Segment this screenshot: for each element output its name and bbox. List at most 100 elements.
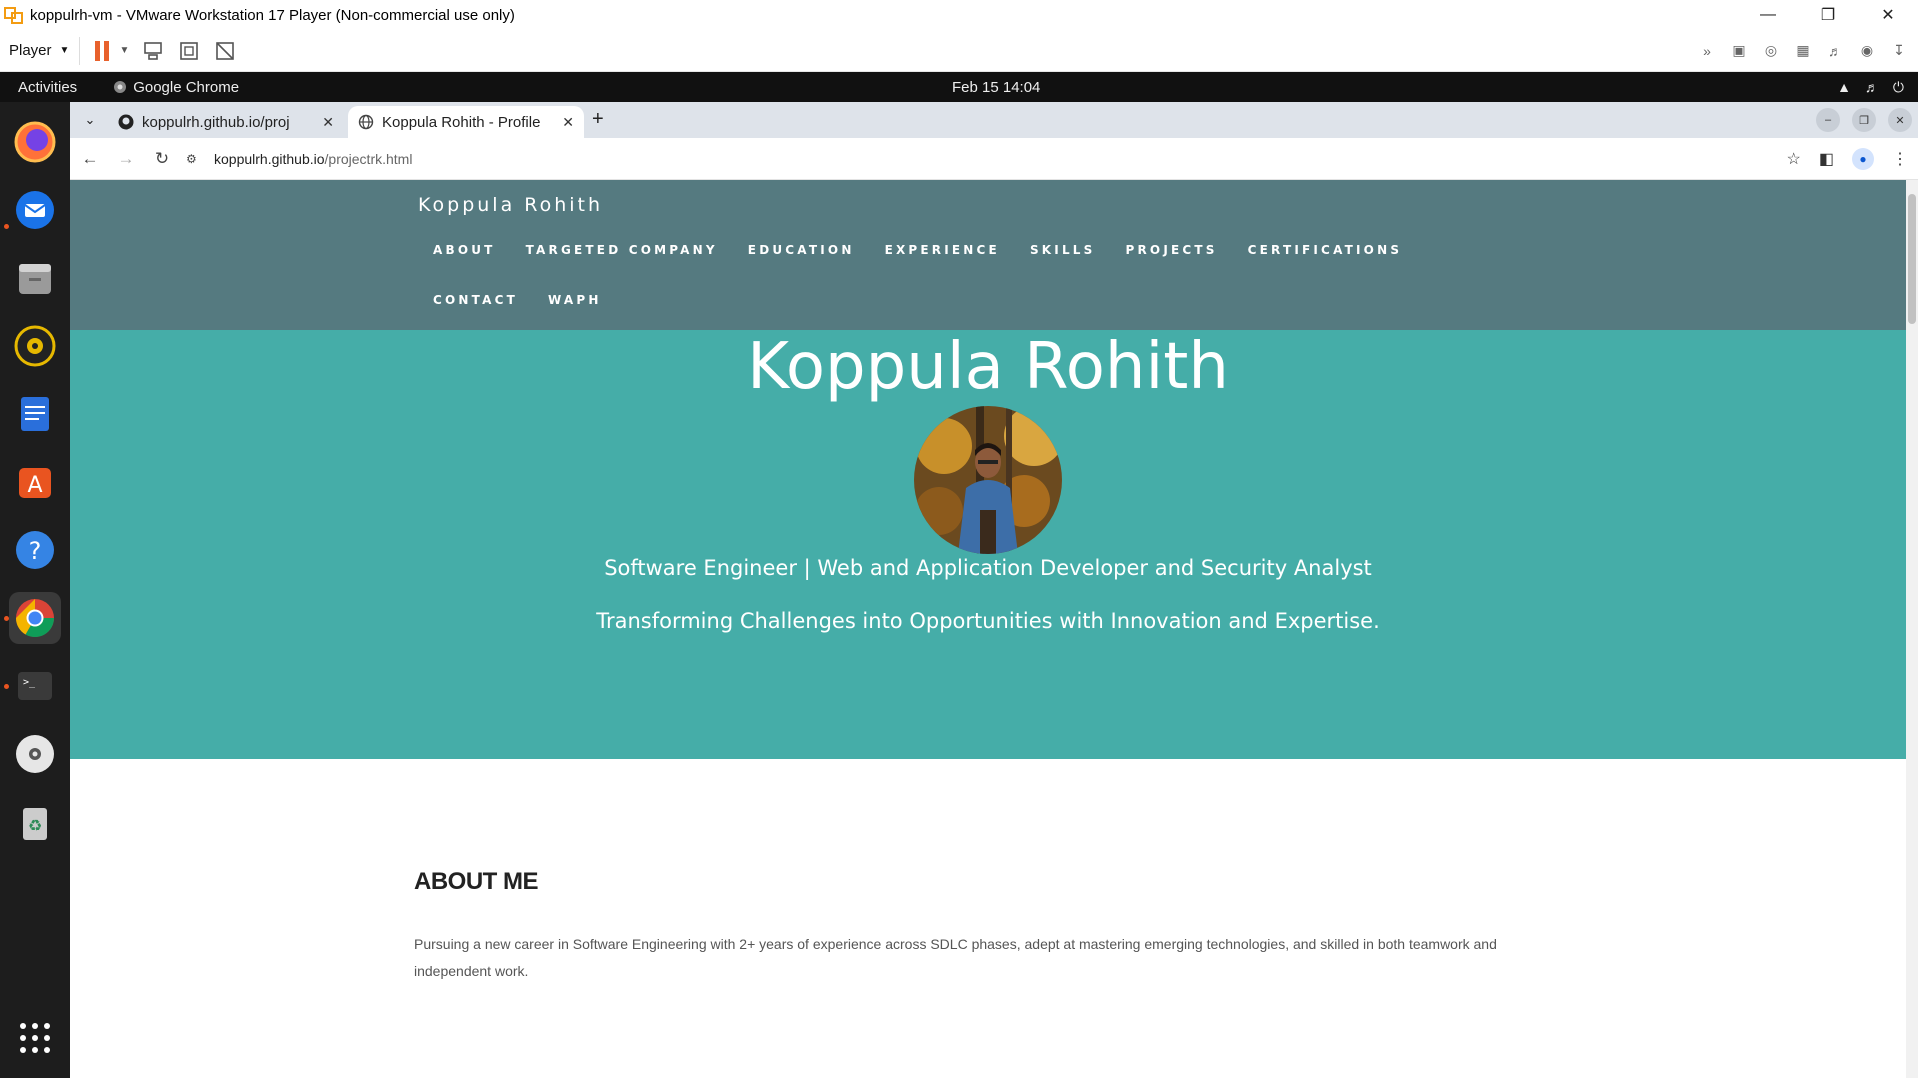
tab-title: Koppula Rohith - Profile	[382, 113, 541, 131]
toolbar: ← → ↻ ⚙ koppulrh.github.io/projectrk.htm…	[70, 138, 1918, 180]
nav-about[interactable]: ABOUT	[418, 240, 511, 290]
svg-text:>_: >_	[23, 677, 36, 688]
download-icon[interactable]: ↧	[1888, 40, 1910, 62]
bookmark-star-icon[interactable]: ☆	[1787, 149, 1801, 169]
volume-icon: ♬	[1864, 78, 1879, 95]
nav-education[interactable]: EDUCATION	[733, 240, 870, 290]
about-text: Pursuing a new career in Software Engine…	[414, 936, 1497, 979]
vmware-toolbar: Player ▼ ▼ » ▣ ◎ ▦ ♬ ◉ ↧	[0, 30, 1918, 72]
chrome-window: ⌄ koppulrh.github.io/proj ✕ Koppula Rohi…	[70, 102, 1918, 1078]
nav-skills[interactable]: SKILLS	[1015, 240, 1111, 290]
more-menu-icon[interactable]: ⋮	[1892, 149, 1908, 169]
player-menu-button[interactable]: Player ▼	[9, 42, 69, 59]
nav-projects[interactable]: PROJECTS	[1111, 240, 1233, 290]
tab-strip: ⌄ koppulrh.github.io/proj ✕ Koppula Rohi…	[70, 102, 1918, 138]
profile-avatar-icon[interactable]: ●	[1852, 147, 1874, 170]
tab-search-chevron-icon[interactable]: ⌄	[78, 108, 102, 132]
site-brand[interactable]: Koppula Rohith	[418, 194, 603, 216]
terminal-icon[interactable]: >_	[9, 660, 61, 712]
rhythmbox-icon[interactable]	[9, 320, 61, 372]
toolbar-divider	[79, 36, 81, 65]
running-indicator	[4, 684, 9, 689]
cd-dvd-icon[interactable]: ◎	[1760, 40, 1782, 62]
restore-icon[interactable]: ❐	[1798, 0, 1858, 30]
chrome-small-icon	[114, 81, 127, 93]
chevrons-right-icon[interactable]: »	[1696, 40, 1718, 62]
pause-icon[interactable]	[90, 38, 116, 64]
fullscreen-icon[interactable]	[176, 38, 202, 64]
vmware-logo-icon	[4, 7, 23, 24]
about-title: ABOUT ME	[414, 868, 539, 895]
app-center-icon[interactable]: A	[9, 456, 61, 508]
forward-arrow-icon[interactable]: →	[108, 149, 144, 169]
optical-disc-icon[interactable]	[9, 728, 61, 780]
scrollbar-thumb[interactable]	[1908, 194, 1916, 324]
svg-text:♻: ♻	[28, 816, 42, 835]
thunderbird-icon[interactable]	[9, 184, 61, 236]
new-tab-plus-icon[interactable]: +	[592, 108, 604, 131]
tab-close-icon[interactable]: ✕	[322, 114, 334, 131]
site-nav-links: ABOUT TARGETED COMPANY EDUCATION EXPERIE…	[418, 240, 1528, 340]
chrome-close-icon[interactable]: ✕	[1888, 108, 1912, 132]
back-arrow-icon[interactable]: ←	[72, 149, 108, 169]
close-icon[interactable]: ✕	[1858, 0, 1918, 30]
svg-text:?: ?	[29, 537, 42, 565]
network-icon: ▲	[1837, 78, 1851, 95]
globe-icon	[358, 114, 374, 130]
pause-dropdown-icon[interactable]: ▼	[118, 38, 130, 64]
svg-text:A: A	[27, 473, 42, 498]
page-viewport: Koppula Rohith ABOUT TARGETED COMPANY ED…	[70, 180, 1906, 1078]
hero-name: Koppula Rohith	[747, 330, 1229, 404]
app-menu[interactable]: Google Chrome	[113, 79, 239, 96]
player-menu-label: Player	[9, 42, 52, 59]
sound-card-icon[interactable]: ♬	[1824, 40, 1846, 62]
clock[interactable]: Feb 15 14:04	[952, 79, 1040, 96]
tab-title: koppulrh.github.io/proj	[142, 113, 290, 131]
running-indicator	[4, 616, 9, 621]
usb-device-icon[interactable]: ◉	[1856, 40, 1878, 62]
running-indicator	[4, 224, 9, 229]
minimize-icon[interactable]: —	[1738, 0, 1798, 30]
gnome-top-bar: Activities Google Chrome Feb 15 14:04 ▲ …	[0, 72, 1918, 102]
hard-disk-icon[interactable]: ▣	[1728, 40, 1750, 62]
tab-profile[interactable]: Koppula Rohith - Profile ✕	[348, 106, 584, 138]
ubuntu-dock: A ? >_ ♻	[0, 102, 70, 1078]
url-host: koppulrh.github.io	[214, 150, 325, 167]
tab-github[interactable]: koppulrh.github.io/proj ✕	[108, 106, 344, 138]
hero-tagline: Transforming Challenges into Opportuniti…	[596, 609, 1380, 633]
power-icon: ⏻	[1892, 78, 1904, 95]
page-scrollbar[interactable]	[1906, 180, 1918, 1078]
site-info-icon[interactable]: ⚙	[186, 152, 206, 166]
vmware-window-title: koppulrh-vm - VMware Workstation 17 Play…	[30, 6, 515, 24]
hero-role: Software Engineer | Web and Application …	[604, 556, 1372, 580]
reload-icon[interactable]: ↻	[144, 149, 180, 169]
firefox-icon[interactable]	[9, 116, 61, 168]
send-ctrl-alt-del-icon[interactable]	[140, 38, 166, 64]
nav-targeted-company[interactable]: TARGETED COMPANY	[511, 240, 733, 290]
google-chrome-icon[interactable]	[9, 592, 61, 644]
activities-button[interactable]: Activities	[18, 79, 77, 96]
nav-certifications[interactable]: CERTIFICATIONS	[1233, 240, 1418, 290]
libreoffice-writer-icon[interactable]	[9, 388, 61, 440]
chrome-restore-icon[interactable]: ❐	[1852, 108, 1876, 132]
github-icon	[118, 114, 134, 130]
chrome-minimize-icon[interactable]: –	[1816, 108, 1840, 132]
show-apps-grid-icon[interactable]	[9, 1012, 61, 1064]
files-icon[interactable]	[9, 252, 61, 304]
tab-close-icon[interactable]: ✕	[562, 114, 574, 131]
app-menu-label: Google Chrome	[133, 78, 240, 96]
site-navbar: Koppula Rohith ABOUT TARGETED COMPANY ED…	[70, 180, 1906, 330]
about-section: ABOUT ME Pursuing a new career in Softwa…	[70, 759, 1906, 1078]
help-icon[interactable]: ?	[9, 524, 61, 576]
nav-experience[interactable]: EXPERIENCE	[870, 240, 1015, 290]
address-bar[interactable]: koppulrh.github.io/projectrk.html	[214, 151, 412, 167]
unity-mode-icon[interactable]	[212, 38, 238, 64]
hero-section: Koppula Rohith Software Engineer | Web a…	[70, 330, 1906, 759]
url-path: /projectrk.html	[324, 150, 413, 167]
side-panel-icon[interactable]: ◧	[1819, 149, 1834, 169]
network-adapter-icon[interactable]: ▦	[1792, 40, 1814, 62]
trash-icon[interactable]: ♻	[9, 796, 61, 848]
system-menu[interactable]: ▲ ♬ ⏻	[1837, 79, 1904, 96]
vmware-titlebar: koppulrh-vm - VMware Workstation 17 Play…	[0, 0, 1918, 30]
chevron-down-icon: ▼	[59, 45, 70, 56]
